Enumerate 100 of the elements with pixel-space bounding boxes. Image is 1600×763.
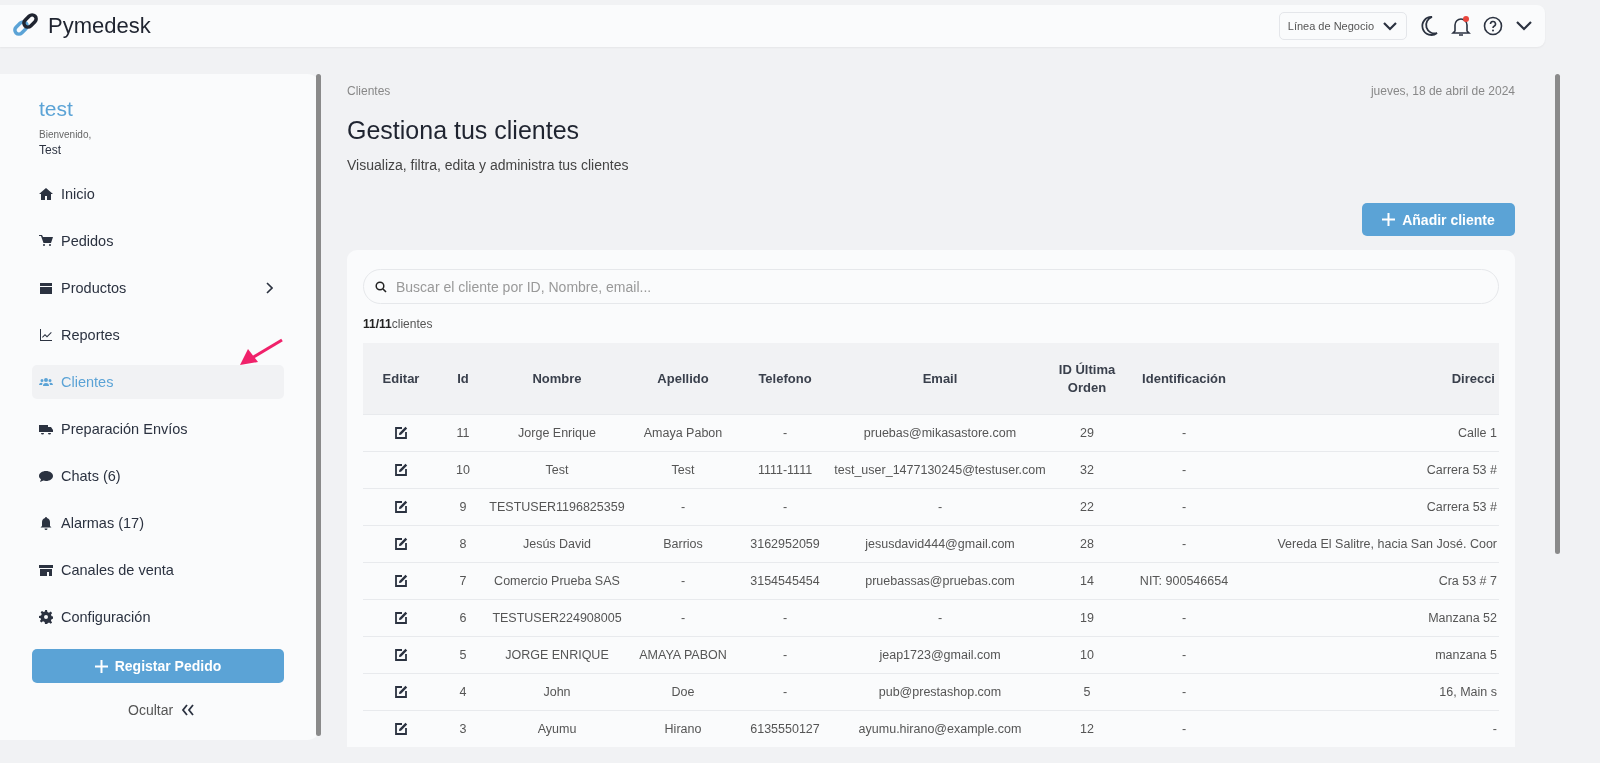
sidebar-item[interactable]: Alarmas (17) (32, 506, 284, 540)
table-cell: 29 (1049, 414, 1125, 452)
edit-icon[interactable] (394, 426, 408, 441)
edit-icon[interactable] (394, 685, 408, 700)
table-cell: Test (487, 451, 627, 489)
table-cell: TESTUSER224908005 (487, 599, 627, 637)
table-cell: Hirano (627, 710, 739, 747)
edit-icon[interactable] (394, 500, 408, 515)
sidebar-item[interactable]: Chats (6) (32, 459, 284, 493)
column-header: Direcci (1243, 343, 1499, 415)
table-cell: - (1125, 599, 1243, 637)
table-cell: - (1243, 710, 1499, 747)
table-cell: 6 (439, 599, 487, 637)
table-cell: - (739, 414, 831, 452)
table-cell: - (831, 488, 1049, 526)
table-cell: pub@prestashop.com (831, 673, 1049, 711)
box-icon (39, 281, 53, 295)
sidebar-item[interactable]: Configuración (32, 600, 284, 634)
table-cell: - (739, 673, 831, 711)
table-cell: Calle 1 (1243, 414, 1499, 452)
moon-icon[interactable] (1419, 15, 1439, 37)
table-cell: - (739, 599, 831, 637)
column-header: Apellido (627, 343, 739, 415)
plus-icon (1382, 213, 1396, 226)
notification-bell-icon[interactable] (1451, 15, 1471, 37)
table-cell: Ayumu (487, 710, 627, 747)
sidebar-item[interactable]: Reportes (32, 318, 284, 352)
table-cell: - (1125, 673, 1243, 711)
brand-name: Pymedesk (48, 13, 151, 39)
table-cell: jesusdavid444@gmail.com (831, 525, 1049, 563)
table-cell: John (487, 673, 627, 711)
table-cell: 16, Main s (1243, 673, 1499, 711)
user-display-name: Test (38, 143, 62, 157)
column-header: Nombre (487, 343, 627, 415)
table-cell: - (1125, 488, 1243, 526)
column-header: ID Última Orden (1049, 343, 1125, 415)
sidebar-item[interactable]: Pedidos (32, 224, 284, 258)
table-cell: - (627, 562, 739, 600)
table-cell: Jorge Enrique (487, 414, 627, 452)
table-cell: - (627, 599, 739, 637)
table-cell: - (739, 488, 831, 526)
table-cell: Manzana 52 (1243, 599, 1499, 637)
table-cell: Jesús David (487, 525, 627, 563)
table-cell: 1111-1111 (739, 451, 831, 489)
table-cell: 32 (1049, 451, 1125, 489)
table-cell: - (1125, 451, 1243, 489)
table-cell: ayumu.hirano@example.com (831, 710, 1049, 747)
sidebar-item[interactable]: Inicio (32, 177, 284, 211)
page-subtitle: Visualiza, filtra, edita y administra tus clientes (347, 157, 630, 173)
table-cell: Comercio Prueba SAS (487, 562, 627, 600)
table-cell: 5 (439, 636, 487, 674)
table-cell: 3 (439, 710, 487, 747)
truck-icon (39, 422, 53, 436)
edit-icon[interactable] (394, 648, 408, 663)
hide-sidebar-link[interactable]: Ocultar (122, 701, 202, 719)
edit-icon[interactable] (394, 537, 408, 552)
chart-icon (39, 328, 53, 342)
chevron-down-icon (1382, 21, 1398, 31)
sidebar-item[interactable]: Canales de venta (32, 553, 284, 587)
search-field[interactable]: Buscar el cliente por ID, Nombre, email... (363, 269, 1499, 304)
column-header: Telefono (739, 343, 831, 415)
gear-icon (39, 610, 53, 624)
scrollbar[interactable] (316, 74, 321, 736)
date-text: jueves, 18 de abril de 2024 (1370, 84, 1515, 98)
table-cell: jeap1723@gmail.com (831, 636, 1049, 674)
chevron-down-icon[interactable] (1515, 20, 1533, 32)
scrollbar[interactable] (1555, 74, 1560, 554)
table-cell: 8 (439, 525, 487, 563)
edit-icon[interactable] (394, 463, 408, 478)
table-cell: pruebas@mikasastore.com (831, 414, 1049, 452)
table-cell: 10 (439, 451, 487, 489)
client-count: 11/11clientes (363, 317, 434, 331)
table-cell: pruebassas@pruebas.com (831, 562, 1049, 600)
table-cell: 10 (1049, 636, 1125, 674)
plus-icon (94, 659, 108, 673)
store-icon (39, 563, 53, 577)
help-icon[interactable] (1483, 16, 1503, 36)
page-title: Gestiona tus clientes (347, 116, 581, 145)
edit-icon[interactable] (394, 611, 408, 626)
table-cell: - (1125, 414, 1243, 452)
welcome-text: Bienvenido, (38, 129, 93, 140)
sidebar-item[interactable]: Productos (32, 271, 284, 305)
edit-icon[interactable] (394, 574, 408, 589)
table-cell: 9 (439, 488, 487, 526)
business-line-dropdown[interactable]: Línea de Negocio (1278, 12, 1407, 40)
table-cell: - (739, 636, 831, 674)
sidebar-item[interactable]: Preparación Envíos (32, 412, 284, 446)
table-cell: test_user_1477130245@testuser.com (831, 451, 1049, 489)
table-cell: - (627, 488, 739, 526)
table-cell: 3162952059 (739, 525, 831, 563)
table-cell: 19 (1049, 599, 1125, 637)
table-cell: Vereda El Salitre, hacia San José. Coor (1243, 525, 1499, 563)
chevron-right-icon (265, 282, 273, 294)
edit-icon[interactable] (394, 722, 408, 737)
table-cell: 7 (439, 562, 487, 600)
table-cell: 14 (1049, 562, 1125, 600)
column-header: Email (831, 343, 1049, 415)
column-header: Editar (363, 343, 439, 415)
table-cell: - (1125, 525, 1243, 563)
pointer-arrow (238, 338, 284, 368)
